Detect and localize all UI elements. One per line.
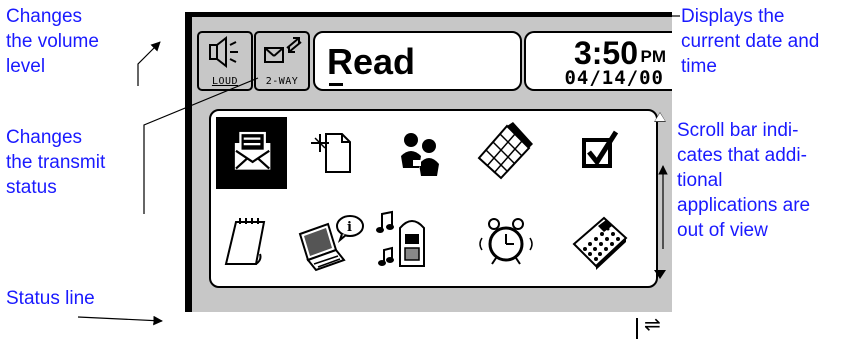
app-tasks[interactable] <box>570 120 634 184</box>
volume-leader <box>137 41 161 86</box>
app-contacts[interactable] <box>387 120 451 184</box>
alarm-clock-icon <box>479 218 533 265</box>
callout-status-line-label: Status line <box>6 288 95 309</box>
status-line <box>192 312 672 339</box>
app-laptop-info[interactable]: i <box>294 208 366 276</box>
device-frame-left <box>185 12 192 312</box>
app-new-document[interactable] <box>302 120 366 184</box>
transmit-status-button[interactable]: 2-WAY <box>254 31 310 91</box>
app-calculator[interactable] <box>568 210 632 274</box>
checkbox-tasks-icon <box>582 130 619 168</box>
mail-envelope-icon <box>234 131 271 170</box>
clock-date: 04/14/00 <box>564 67 664 89</box>
speaker-icon <box>209 35 238 69</box>
app-alarm[interactable] <box>474 210 538 274</box>
two-way-transmit-icon <box>264 37 302 63</box>
laptop-info-icon: i <box>298 215 364 272</box>
scroll-up-arrow-fill <box>655 113 665 121</box>
app-calendar[interactable] <box>471 118 535 182</box>
volume-button-label: LOUD <box>211 76 239 87</box>
callout-volume-label: Changes the volume level <box>6 6 99 77</box>
status-line-leader <box>77 315 163 326</box>
device-frame-top <box>185 12 672 17</box>
calendar-icon <box>477 122 533 180</box>
cursor-underline <box>329 83 343 86</box>
calculator-icon <box>572 216 628 270</box>
callout-datetime-label: Displays the current date and time <box>681 6 820 77</box>
new-document-icon <box>311 133 351 173</box>
status-divider <box>636 318 638 339</box>
app-music[interactable] <box>372 208 436 272</box>
app-mail[interactable] <box>216 117 287 189</box>
volume-button[interactable]: LOUD <box>197 31 253 91</box>
message-title: Read <box>327 41 416 82</box>
transfer-arrows-icon: ⇌ <box>644 312 661 336</box>
callout-transmit-label: Changes the transmit status <box>6 127 106 198</box>
transmit-status-label: 2-WAY <box>265 76 299 87</box>
clock-ampm: PM <box>640 47 667 66</box>
scroll-down-arrow[interactable] <box>654 270 666 279</box>
app-notepad[interactable] <box>216 210 280 274</box>
callout-scroll-label: Scroll bar indi- cates that addi- tional… <box>677 120 811 241</box>
clock-display: 3:50 PM 04/14/00 <box>524 31 672 91</box>
svg-text:i: i <box>347 220 352 235</box>
notepad-icon <box>224 218 266 265</box>
contacts-people-icon <box>401 133 439 176</box>
message-title-box: Read <box>313 31 522 91</box>
music-jukebox-icon <box>376 210 425 267</box>
